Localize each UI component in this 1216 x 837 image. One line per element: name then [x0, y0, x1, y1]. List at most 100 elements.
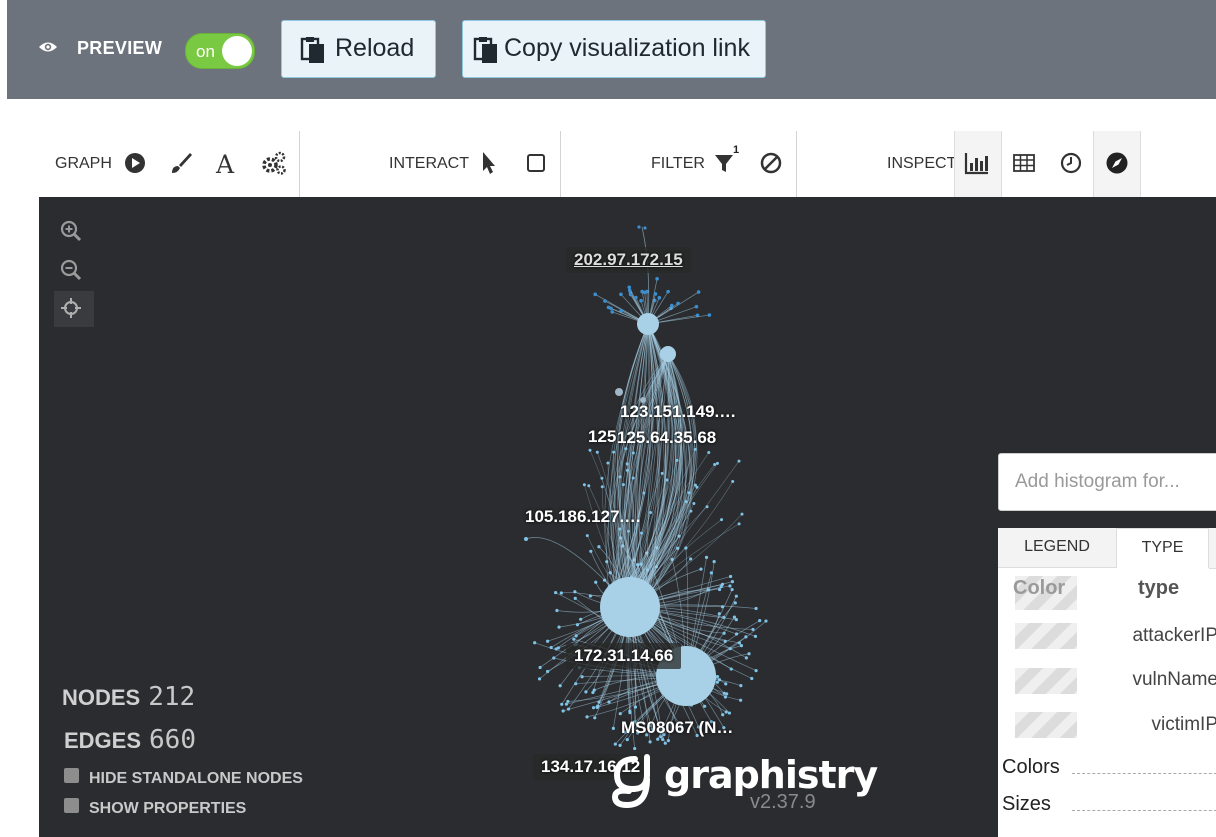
- graph-node[interactable]: [737, 522, 741, 526]
- graph-node[interactable]: [715, 461, 719, 465]
- graph-node[interactable]: [693, 483, 697, 487]
- graph-node[interactable]: [730, 580, 734, 584]
- graph-node[interactable]: [588, 448, 592, 452]
- graph-node[interactable]: [728, 584, 732, 588]
- graph-node[interactable]: [557, 625, 561, 629]
- graph-node[interactable]: [593, 716, 597, 720]
- graph-node[interactable]: [591, 690, 595, 695]
- graph-node[interactable]: [625, 468, 629, 472]
- graph-node[interactable]: [665, 478, 669, 482]
- graph-node[interactable]: [593, 292, 598, 297]
- graph-node[interactable]: [627, 288, 632, 293]
- graph-node[interactable]: [537, 677, 542, 681]
- graph-node[interactable]: [621, 483, 625, 487]
- graph-node[interactable]: [637, 313, 659, 335]
- graph-node[interactable]: [572, 637, 576, 641]
- graph-node[interactable]: [606, 461, 610, 465]
- graph-node[interactable]: [555, 608, 559, 613]
- graph-node[interactable]: [597, 545, 601, 549]
- reload-button[interactable]: Reload: [281, 20, 436, 78]
- graph-node[interactable]: [640, 531, 644, 535]
- graph-node[interactable]: [626, 529, 630, 533]
- graph-node[interactable]: [737, 641, 742, 645]
- preview-toggle[interactable]: on: [185, 33, 255, 69]
- graph-node[interactable]: [750, 676, 754, 681]
- zoom-in-icon[interactable]: [58, 218, 84, 244]
- graph-node[interactable]: [727, 711, 732, 715]
- hide-standalone-checkbox[interactable]: [64, 768, 79, 783]
- graph-node[interactable]: [556, 646, 560, 650]
- graph-node[interactable]: [724, 682, 728, 686]
- graph-node[interactable]: [615, 388, 623, 396]
- graph-node[interactable]: [730, 587, 734, 592]
- graph-node[interactable]: [546, 639, 550, 643]
- graph-node[interactable]: [699, 567, 703, 571]
- graph-node[interactable]: [709, 571, 713, 575]
- graph-node[interactable]: [754, 668, 758, 673]
- graph-node[interactable]: [737, 459, 741, 463]
- graph-node[interactable]: [669, 303, 674, 308]
- graph-node[interactable]: [612, 450, 616, 454]
- graph-node[interactable]: [603, 299, 607, 303]
- graph-node[interactable]: [694, 304, 699, 309]
- graph-node[interactable]: [666, 289, 670, 294]
- graph-node[interactable]: [627, 285, 632, 290]
- graph-node[interactable]: [546, 669, 550, 674]
- graph-node[interactable]: [720, 605, 725, 609]
- graph-node[interactable]: [582, 483, 586, 487]
- graph-node[interactable]: [692, 502, 696, 506]
- font-icon[interactable]: A: [214, 150, 240, 176]
- graph-node[interactable]: [663, 741, 667, 745]
- graph-node[interactable]: [649, 510, 653, 514]
- graph-node[interactable]: [591, 706, 596, 710]
- graph-node[interactable]: [734, 632, 739, 636]
- graph-node[interactable]: [611, 726, 615, 730]
- graph-node[interactable]: [720, 518, 724, 522]
- graph-node[interactable]: [660, 471, 664, 475]
- select-box-icon[interactable]: [523, 150, 549, 176]
- graph-node[interactable]: [610, 310, 615, 314]
- graph-node[interactable]: [566, 707, 571, 711]
- graph-node[interactable]: [758, 619, 762, 623]
- graph-node[interactable]: [643, 226, 647, 230]
- graph-node[interactable]: [676, 301, 680, 306]
- graph-node[interactable]: [733, 601, 737, 605]
- graph-node[interactable]: [600, 577, 660, 637]
- graph-node[interactable]: [721, 713, 725, 717]
- graph-node[interactable]: [639, 298, 643, 303]
- graph-node[interactable]: [600, 485, 604, 489]
- graph-node[interactable]: [552, 656, 556, 660]
- zoom-out-icon[interactable]: [58, 257, 84, 283]
- graph-node[interactable]: [724, 710, 728, 714]
- graph-node[interactable]: [657, 295, 662, 300]
- graph-node[interactable]: [564, 702, 569, 706]
- graph-node[interactable]: [631, 451, 635, 455]
- graph-node[interactable]: [666, 739, 670, 743]
- graph-node[interactable]: [533, 641, 537, 645]
- copy-link-button[interactable]: Copy visualization link: [462, 20, 766, 78]
- graph-node[interactable]: [561, 709, 565, 713]
- graph-node[interactable]: [764, 619, 768, 623]
- graph-node[interactable]: [717, 587, 722, 592]
- graph-node[interactable]: [704, 555, 709, 559]
- node-label[interactable]: 123.151.149.…: [620, 402, 736, 422]
- histogram-icon[interactable]: [964, 150, 990, 176]
- graph-node[interactable]: [687, 491, 691, 495]
- graph-node[interactable]: [707, 313, 712, 317]
- graph-node[interactable]: [734, 594, 738, 598]
- node-label[interactable]: 202.97.172.15: [566, 247, 691, 273]
- graph-node[interactable]: [642, 290, 647, 295]
- graph-node[interactable]: [558, 684, 562, 688]
- graph-node[interactable]: [703, 704, 707, 708]
- graph-node[interactable]: [579, 617, 583, 621]
- graph-node[interactable]: [751, 627, 755, 632]
- graph-node[interactable]: [613, 742, 617, 746]
- graph-node[interactable]: [660, 346, 676, 362]
- graph-node[interactable]: [628, 292, 633, 297]
- graph-node[interactable]: [584, 690, 588, 694]
- graph-node[interactable]: [585, 534, 589, 538]
- node-label[interactable]: 125.64.35.68: [617, 428, 716, 448]
- gears-icon[interactable]: [261, 150, 287, 176]
- clock-icon[interactable]: [1058, 150, 1084, 176]
- graph-node[interactable]: [631, 476, 635, 480]
